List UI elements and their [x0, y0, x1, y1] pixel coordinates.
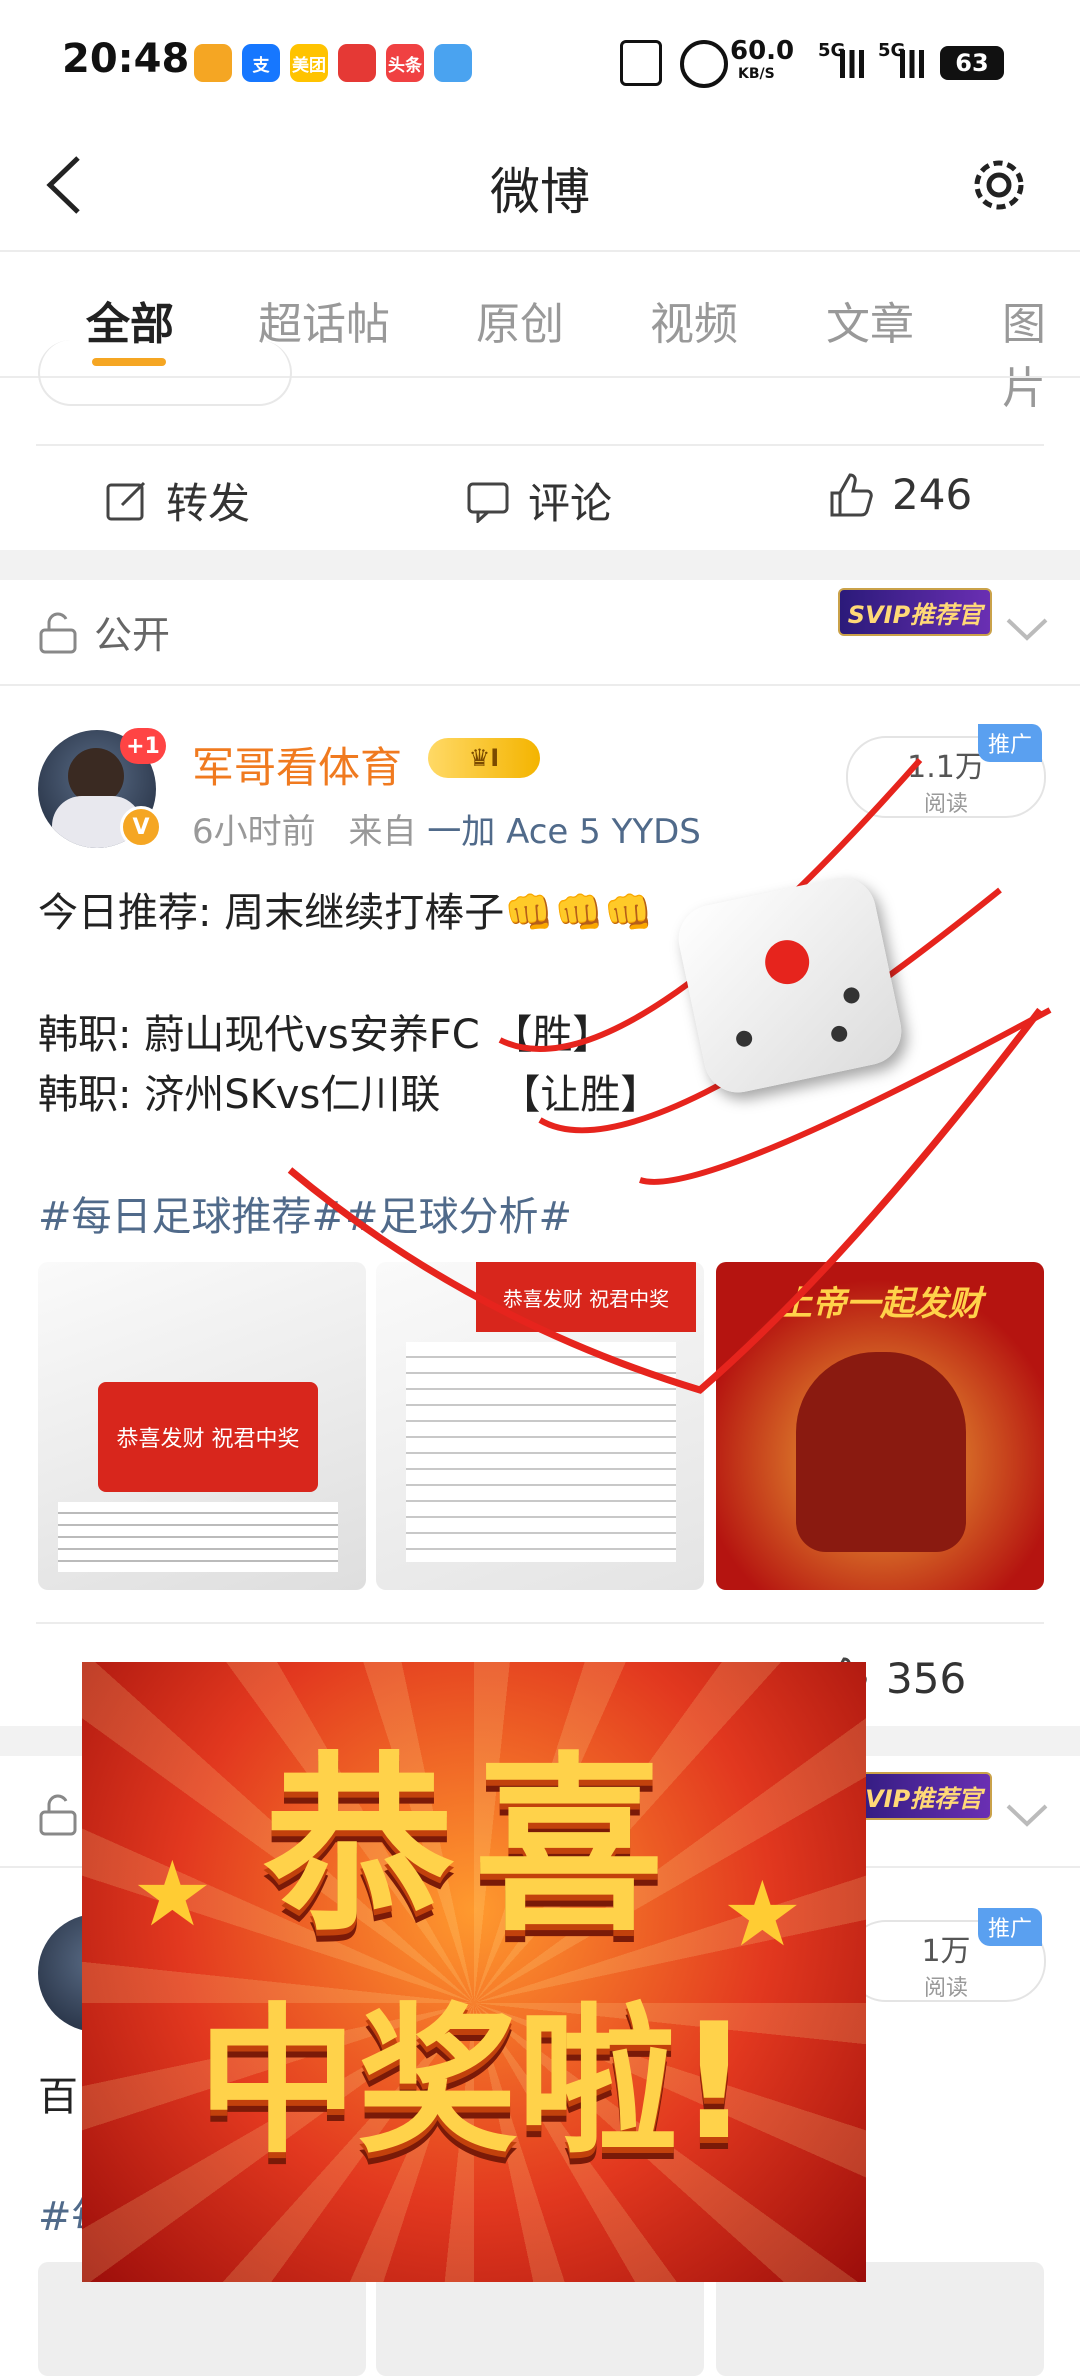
dice-pip	[842, 985, 862, 1005]
dice-sticker	[672, 871, 908, 1099]
unlock-icon-2	[38, 1792, 80, 1840]
reads-label-2: 阅读	[923, 1976, 968, 2001]
promo-tag-2: 推广	[978, 1908, 1042, 1946]
dice-pip-red	[761, 935, 814, 989]
congrats-line-1: 恭喜	[263, 1736, 684, 1957]
dice-pip	[734, 1029, 754, 1049]
congrats-banner-image: ★ ★ 恭喜 中奖啦!	[82, 1662, 866, 2282]
action-divider-2	[36, 1622, 1044, 1624]
expand-button-2[interactable]	[1004, 1800, 1050, 1834]
post-2-text: 百	[38, 2074, 78, 2120]
like-count-2: 356	[886, 1654, 967, 1703]
congrats-line-2: 中奖啦!	[197, 1988, 751, 2175]
chevron-down-icon	[1006, 1804, 1048, 1827]
dice-pip	[829, 1024, 849, 1044]
